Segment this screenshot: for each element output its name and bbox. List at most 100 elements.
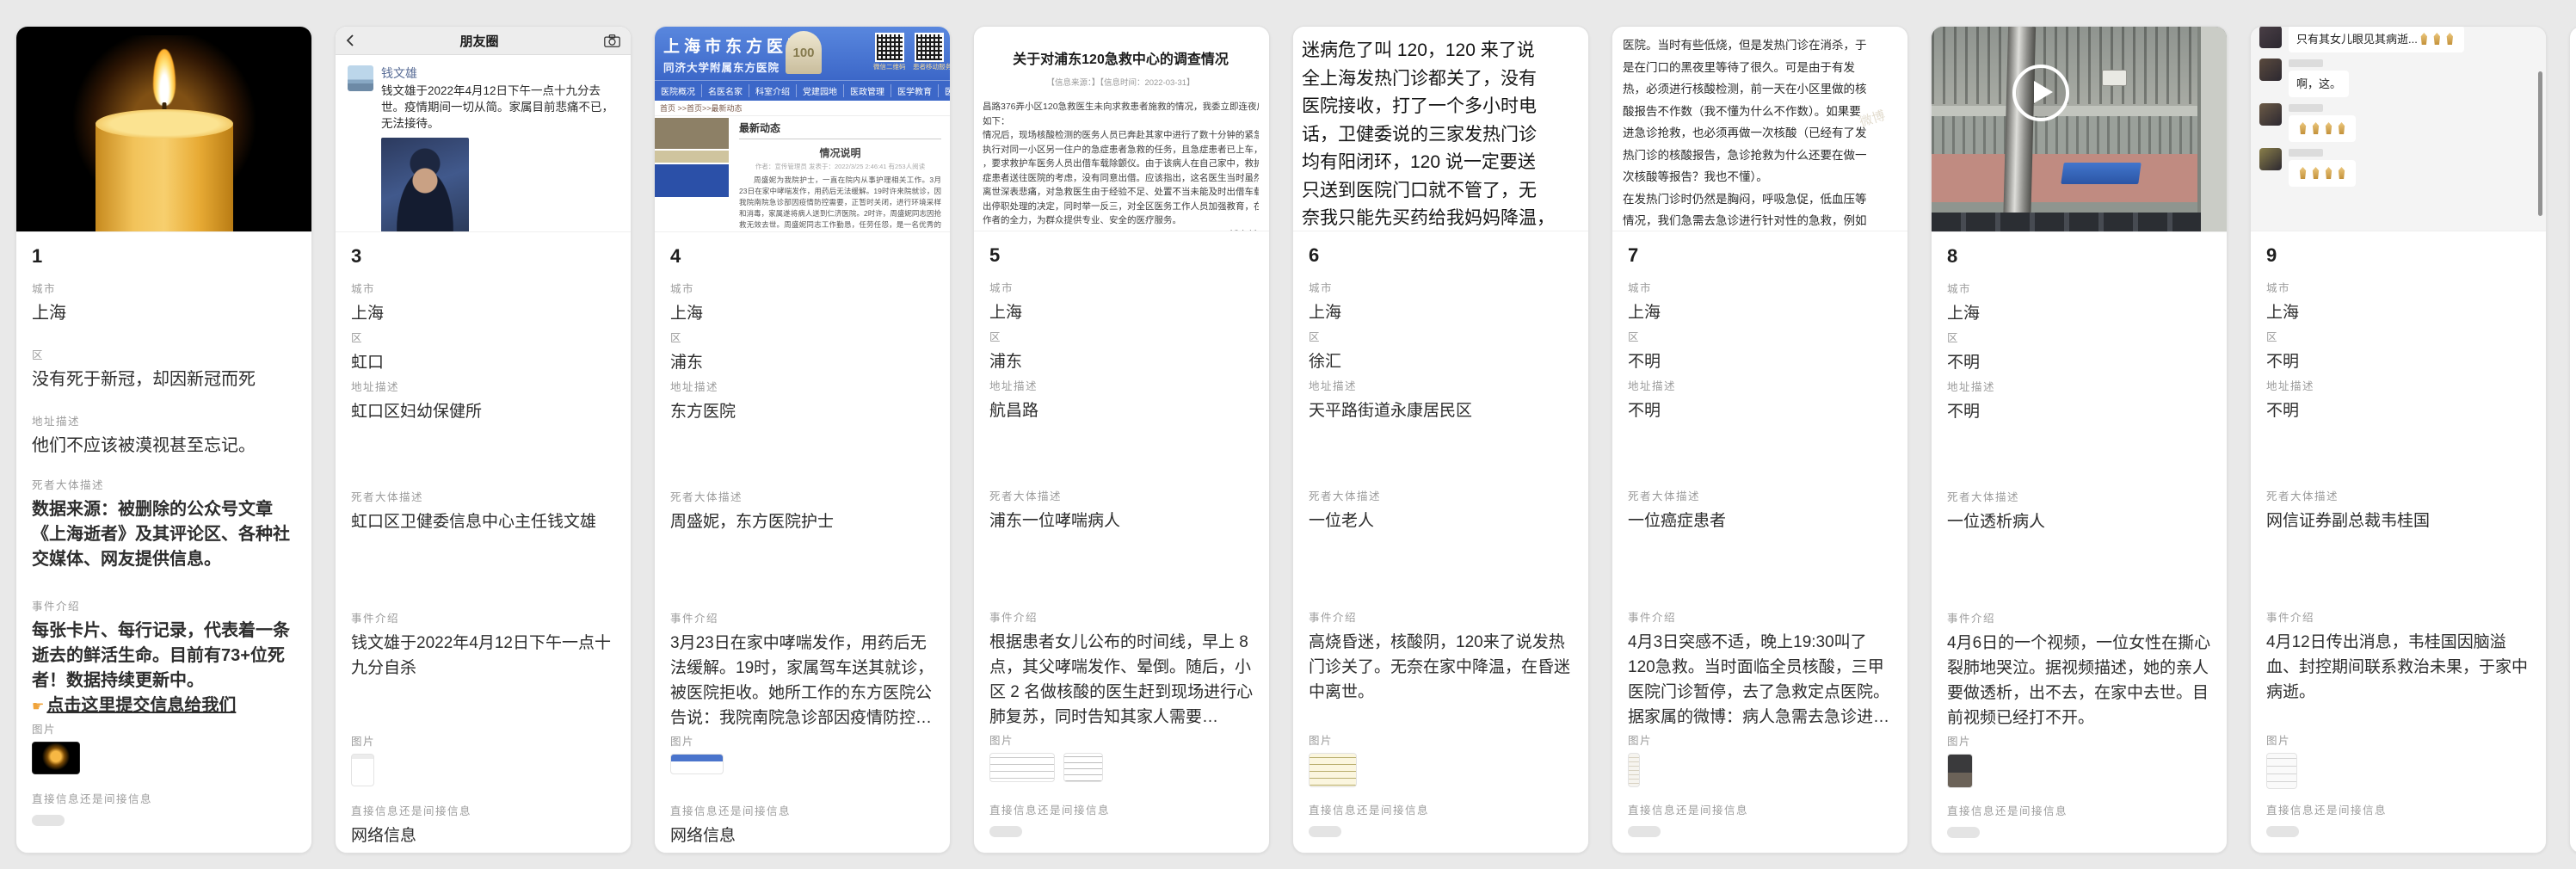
field-value-address: 航昌路 [989, 398, 1254, 423]
attachment-thumbnails [351, 754, 615, 786]
field-value-deceased: 网信证券副总裁韦桂国 [2266, 508, 2530, 533]
field-label-city: 城市 [1947, 282, 2211, 297]
pray-emoji-icon [2419, 33, 2430, 45]
card-cover-image[interactable]: 只有其女儿眼见其病逝... 啊，这。 [2251, 27, 2546, 231]
moments-author: 钱文雄 [381, 65, 620, 81]
field-city: 城市 上海 [1309, 281, 1573, 325]
chat-message-row: 只有其女儿眼见其病逝... [2259, 27, 2534, 52]
card-cover-image[interactable]: 医院。当时有些低烧，但是发热门诊在消杀，于是在门口的黑夜里等待了很久。可是由于有… [1612, 27, 1907, 231]
field-label-image: 图片 [1628, 734, 1892, 749]
field-value-district: 浦东 [989, 349, 1254, 374]
field-district: 区 不明 [2266, 330, 2530, 374]
attachment-thumbnails [1309, 753, 1573, 787]
card-title-number: 5 [989, 243, 1254, 268]
attachment-thumbnail[interactable] [351, 754, 374, 786]
field-value-deceased: 周盛妮，东方医院护士 [670, 509, 934, 534]
field-label-source: 直接信息还是间接信息 [989, 804, 1254, 818]
field-value-event: 根据患者女儿公布的时间线，早上 8 点，其父哮喘发作、晕倒。随后，小区 2 名做… [989, 630, 1254, 730]
field-label-city: 城市 [351, 282, 615, 297]
metal-pole [2003, 27, 2036, 231]
field-city: 城市 上海 [2266, 281, 2530, 325]
card-body: 3 城市 上海 区 虹口 地址描述 虹口区妇幼保健所 死者大体描述 虹口区卫健委… [336, 244, 631, 848]
field-event: 事件介绍 高烧昏迷，核酸阴，120来了说发热门诊关了。无奈在家中降温，在昏迷中离… [1309, 611, 1573, 734]
chat-sender-name [2289, 149, 2323, 157]
pray-emoji-icon [2310, 122, 2321, 134]
field-label-image: 图片 [2266, 734, 2530, 749]
field-city: 城市 上海 [670, 282, 934, 326]
field-address: 地址描述 他们不应该被漠视甚至忘记。 [32, 415, 296, 459]
field-value-city: 上海 [1628, 300, 1892, 325]
screenshot-text-line: 医院接收，打了一个多小时电 [1302, 93, 1588, 121]
pray-emoji-icon [2323, 167, 2334, 179]
field-label-address: 地址描述 [670, 380, 934, 395]
field-label-image: 图片 [670, 735, 934, 749]
avatar [2259, 148, 2282, 170]
field-label-city: 城市 [32, 282, 296, 297]
field-value-district: 不明 [2266, 349, 2530, 374]
dark-windows-row [1932, 213, 2201, 231]
field-city: 城市 上海 [32, 282, 296, 326]
window-bars [1932, 27, 2227, 104]
field-event: 事件介绍 4月6日的一个视频，一位女性在撕心裂肺地哭泣。据视频描述，她的亲人要做… [1947, 612, 2211, 735]
field-label-address: 地址描述 [2266, 379, 2530, 394]
attachment-thumbnail[interactable] [2266, 753, 2297, 789]
card-cover-image[interactable]: 朋友圈钱文雄钱文雄于2022年4月12日下午一点十九分去世。疫情期间一切从简。家… [336, 27, 631, 232]
attachment-thumbnail[interactable] [670, 754, 724, 774]
field-image: 图片 [989, 734, 1254, 804]
field-label-district: 区 [1628, 330, 1892, 345]
section-title: 最新动态 [739, 120, 941, 139]
field-value-city: 上海 [351, 301, 615, 326]
hospital-nav: 医院概况名医名家科室介绍党建园地医政管理医学教育医学研究国际交流护理风采医务社工 [655, 80, 950, 101]
attachment-thumbnail[interactable] [989, 753, 1055, 782]
card-cover-image[interactable] [16, 27, 311, 232]
screenshot-text-line: 热门诊的核酸报告，急诊抢救为什么还要在做一 [1623, 145, 1907, 167]
card-cover-image[interactable]: 上海市东方医院同济大学附属东方医院100微信二维码患者移动服务平台医院概况名医名… [655, 27, 950, 232]
gallery-card[interactable]: 医院。当时有些低烧，但是发热门诊在消杀，于是在门口的黑夜里等待了很久。可是由于有… [1612, 26, 1908, 854]
card-cover-image[interactable] [1932, 27, 2227, 232]
attachment-thumbnail[interactable] [1628, 753, 1640, 787]
gallery-card[interactable]: 朋友圈钱文雄钱文雄于2022年4月12日下午一点十九分去世。疫情期间一切从简。家… [335, 26, 632, 854]
attachment-thumbnails [2266, 753, 2530, 789]
field-label-address: 地址描述 [1309, 379, 1573, 394]
gallery-card-partial[interactable] [2569, 26, 2576, 854]
field-value-event: 每张卡片、每行记录，代表着一条逝去的鲜活生命。目前有73+位死者！数据持续更新中… [32, 619, 296, 693]
attachment-thumbnails [989, 753, 1254, 782]
empty-select-pill [32, 815, 65, 826]
attachment-thumbnail[interactable] [1063, 753, 1103, 782]
gallery-card[interactable]: 只有其女儿眼见其病逝...啊，这。 9 城市 上海 区 不明 地址描述 不明 死… [2250, 26, 2547, 854]
avatar [2259, 103, 2282, 126]
attachment-thumbnail[interactable] [1947, 754, 1973, 788]
field-event: 事件介绍 4月3日突感不适，晚上19:30叫了120急救。当时面临全员核酸，三甲… [1628, 611, 1892, 734]
empty-select-pill [1947, 827, 1980, 838]
gallery-card[interactable]: 关于对浦东120急救中心的调查情况【信息来源：】【信息时间：2022-03-31… [973, 26, 1270, 854]
field-label-image: 图片 [1309, 734, 1573, 749]
wall-edge [2197, 27, 2227, 231]
field-value-event: 4月6日的一个视频，一位女性在撕心裂肺地哭泣。据视频描述，她的亲人要做透析，出不… [1947, 631, 2211, 730]
field-value-city: 上海 [32, 301, 296, 326]
play-icon[interactable] [2012, 65, 2069, 121]
card-cover-image[interactable]: 关于对浦东120急救中心的调查情况【信息来源：】【信息时间：2022-03-31… [974, 27, 1269, 231]
announcement-title: 情况说明 [739, 145, 941, 160]
field-label-district: 区 [1947, 331, 2211, 346]
card-title-number: 4 [670, 244, 934, 268]
gallery-card[interactable]: 上海市东方医院同济大学附属东方医院100微信二维码患者移动服务平台医院概况名医名… [654, 26, 951, 854]
field-event: 事件介绍 根据患者女儿公布的时间线，早上 8 点，其父哮喘发作、晕倒。随后，小区… [989, 611, 1254, 734]
scrollbar[interactable] [2538, 71, 2542, 216]
field-label-address: 地址描述 [989, 379, 1254, 394]
attachment-thumbnail[interactable] [1309, 753, 1357, 787]
field-value-deceased: 一位老人 [1309, 508, 1573, 533]
field-source: 直接信息还是间接信息 [2266, 804, 2530, 837]
chat-message-row: 啊，这。 [2259, 59, 2534, 97]
field-value-city: 上海 [1947, 301, 2211, 326]
attachment-thumbnail[interactable] [32, 742, 80, 774]
gallery-card[interactable]: 迷病危了叫 120，120 来了说全上海发热门诊都关了，没有医院接收，打了一个多… [1292, 26, 1589, 854]
card-title-number: 7 [1628, 243, 1892, 268]
field-value-city: 上海 [989, 300, 1254, 325]
field-label-address: 地址描述 [351, 380, 615, 395]
field-value-district: 不明 [1947, 350, 2211, 375]
gallery-card[interactable]: 1 城市 上海 区 没有死于新冠，却因新冠而死 地址描述 他们不应该被漠视甚至忘… [15, 26, 312, 854]
submit-info-link[interactable]: 点击这里提交信息给我们 [46, 696, 236, 715]
field-district: 区 浦东 [989, 330, 1254, 374]
card-cover-image[interactable]: 迷病危了叫 120，120 来了说全上海发热门诊都关了，没有医院接收，打了一个多… [1293, 27, 1588, 231]
gallery-card[interactable]: 8 城市 上海 区 不明 地址描述 不明 死者大体描述 一位透析病人 事件介绍 … [1931, 26, 2228, 854]
